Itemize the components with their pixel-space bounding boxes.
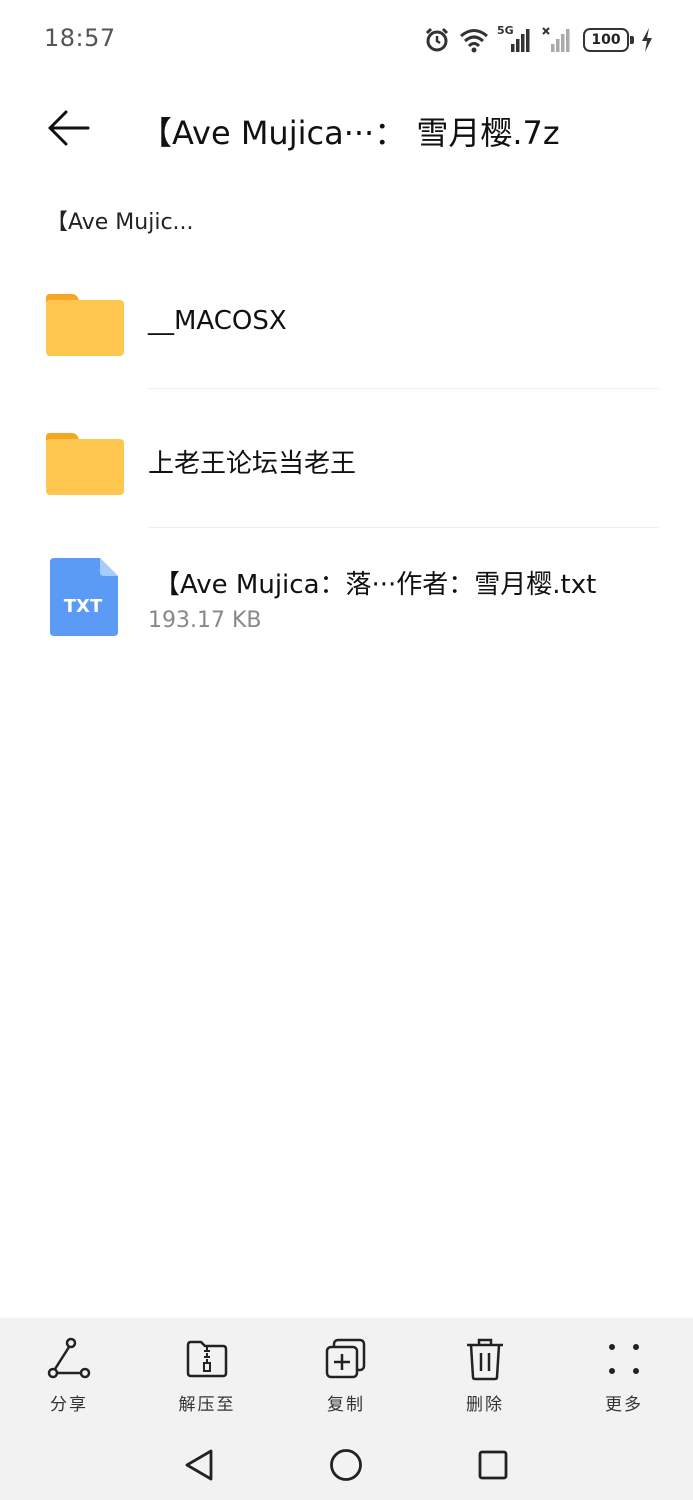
status-time: 18:57 — [44, 24, 116, 52]
charging-icon — [641, 28, 653, 52]
status-bar: 18:57 5G 100 — [0, 0, 693, 80]
home-circle-icon — [330, 1449, 362, 1481]
copy-icon — [323, 1336, 369, 1382]
share-label: 分享 — [50, 1395, 88, 1415]
extract-button[interactable]: 解压至 — [152, 1336, 262, 1436]
copy-button[interactable]: 复制 — [291, 1336, 401, 1436]
nav-recents-button[interactable] — [468, 1440, 518, 1490]
file-name: 【Ave Mujica：落···作者：雪月樱.txt — [154, 570, 597, 600]
more-button[interactable]: 更多 — [569, 1336, 679, 1436]
list-item-folder-macosx[interactable]: __MACOSX — [0, 250, 693, 388]
alarm-icon — [423, 26, 451, 54]
list-item-folder-laowang[interactable]: 上老王论坛当老王 — [0, 389, 693, 527]
breadcrumb[interactable]: 【Ave Mujic... — [46, 204, 194, 236]
nav-home-button[interactable] — [321, 1440, 371, 1490]
share-button[interactable]: 分享 — [14, 1336, 124, 1436]
extract-folder-icon — [184, 1336, 230, 1382]
file-name: 上老王论坛当老王 — [148, 449, 357, 479]
txt-file-icon: TXT — [50, 558, 118, 640]
nav-back-button[interactable] — [174, 1440, 224, 1490]
extract-label: 解压至 — [178, 1395, 236, 1415]
share-icon — [46, 1336, 92, 1382]
more-dots-icon — [601, 1336, 647, 1382]
signal-no-service-icon — [541, 26, 575, 54]
back-triangle-icon — [185, 1449, 213, 1481]
status-icons: 5G 100 — [423, 24, 653, 56]
recents-square-icon — [478, 1450, 508, 1480]
file-name: __MACOSX — [148, 306, 287, 336]
wifi-icon — [459, 27, 489, 53]
signal-5g-icon: 5G — [497, 24, 533, 54]
battery-icon: 100 — [583, 28, 634, 52]
delete-button[interactable]: 删除 — [430, 1336, 540, 1436]
svg-text:TXT: TXT — [64, 596, 103, 617]
copy-label: 复制 — [327, 1395, 365, 1415]
arrow-left-icon — [48, 110, 90, 146]
system-navigation-bar — [0, 1430, 693, 1500]
delete-label: 删除 — [466, 1395, 504, 1415]
folder-icon — [46, 292, 124, 362]
back-button[interactable] — [40, 100, 96, 156]
page-title: 【Ave Mujica···： 雪月樱.7z — [140, 114, 560, 152]
more-label: 更多 — [605, 1395, 643, 1415]
file-size: 193.17 KB — [148, 608, 262, 633]
folder-icon — [46, 431, 124, 501]
trash-icon — [462, 1336, 508, 1382]
list-item-txt-file[interactable]: TXT 【Ave Mujica：落···作者：雪月樱.txt 193.17 KB — [0, 528, 693, 666]
